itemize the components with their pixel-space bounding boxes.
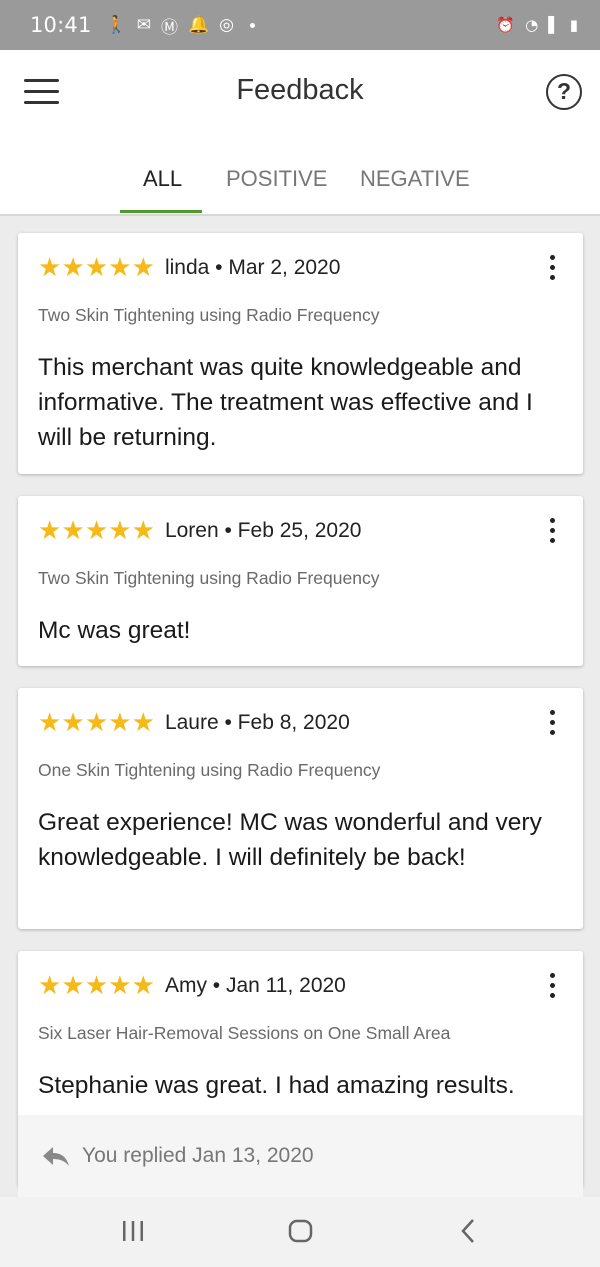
message-icon: ✉ [136, 15, 151, 35]
star-icon: ★ [108, 708, 132, 738]
app-icon: Ⓜ [160, 17, 178, 38]
system-nav-bar [0, 1197, 600, 1267]
dot-icon [249, 22, 255, 28]
more-vert-icon[interactable] [547, 255, 557, 283]
star-icon: ★ [84, 253, 109, 283]
status-bar: 10:41 🚶 ✉ Ⓜ 🔔 ◎ ⏰ ◔ ▌ ▮ [0, 0, 600, 50]
review-text: Great experience! MC was wonderful and v… [38, 809, 542, 871]
review-card[interactable]: ★ ★ ★ ★ ★ Laure • Feb 8, 2020 One Skin Tight… [18, 688, 583, 929]
star-icon: ★ [131, 516, 155, 546]
star-icon: ★ [131, 971, 155, 1001]
deal-title: Six Laser Hair-Removal Sessions on One S… [38, 1023, 451, 1043]
deal-title: One Skin Tightening using Radio Frequenc… [38, 760, 381, 780]
help-icon[interactable]: ? [546, 74, 582, 110]
home-icon[interactable] [287, 1217, 315, 1245]
system-icons: ⏰ ◔ ▌ ▮ [496, 16, 578, 34]
star-rating: ★ ★ ★ ★ ★ [38, 708, 155, 738]
review-text: Stephanie was great. I had amazing resul… [38, 1072, 515, 1099]
star-icon: ★ [84, 971, 109, 1001]
review-card[interactable]: ★ ★ ★ ★ ★ linda • Mar 2, 2020 Two Skin Tight… [18, 233, 583, 474]
star-rating: ★ ★ ★ ★ ★ [38, 253, 155, 283]
star-icon: ★ [38, 708, 62, 738]
page-title: Feedback [236, 74, 364, 106]
star-icon: ★ [38, 516, 62, 546]
star-icon: ★ [61, 253, 85, 283]
more-vert-icon[interactable] [547, 518, 557, 546]
more-vert-icon[interactable] [547, 973, 557, 1001]
review-meta: linda • Mar 2, 2020 [164, 256, 341, 279]
review-header: ★ ★ ★ ★ ★ Amy • Jan 11, 2020 [38, 973, 346, 999]
reply-icon [43, 1147, 69, 1166]
alarm-icon: ⏰ [496, 16, 516, 34]
deal-title: Two Skin Tightening using Radio Frequenc… [38, 305, 380, 325]
review-text: This merchant was quite knowledgeable an… [38, 354, 533, 451]
star-rating: ★ ★ ★ ★ ★ [38, 971, 155, 1001]
review-header: ★ ★ ★ ★ ★ Loren • Feb 25, 2020 [38, 518, 361, 544]
notification-icons: 🚶 ✉ Ⓜ 🔔 ◎ [106, 13, 255, 38]
tab-all[interactable]: ALL [143, 166, 182, 192]
review-meta: Laure • Feb 8, 2020 [164, 711, 350, 734]
reply-status: You replied Jan 13, 2020 [82, 1144, 314, 1167]
star-icon: ★ [108, 516, 132, 546]
reply-bar[interactable]: You replied Jan 13, 2020 [18, 1115, 583, 1197]
star-icon: ★ [61, 708, 85, 738]
review-header: ★ ★ ★ ★ ★ Laure • Feb 8, 2020 [38, 710, 350, 736]
review-card[interactable]: ★ ★ ★ ★ ★ Loren • Feb 25, 2020 Two Skin Tigh… [18, 496, 583, 666]
star-icon: ★ [38, 253, 62, 283]
star-icon: ★ [84, 708, 109, 738]
status-time: 10:41 [30, 13, 92, 37]
star-icon: ★ [131, 253, 155, 283]
more-vert-icon[interactable] [547, 710, 557, 738]
recent-apps-icon[interactable] [120, 1217, 146, 1245]
chrome-icon: ◎ [219, 15, 234, 35]
back-icon[interactable] [458, 1217, 480, 1245]
tab-positive[interactable]: POSITIVE [226, 166, 327, 192]
review-header: ★ ★ ★ ★ ★ linda • Mar 2, 2020 [38, 255, 340, 281]
app-bar: Feedback ? [0, 50, 600, 134]
review-card[interactable]: ★ ★ ★ ★ ★ Amy • Jan 11, 2020 Six Laser Hair-… [18, 951, 583, 1197]
wifi-icon: ◔ [525, 16, 539, 34]
deal-title: Two Skin Tightening using Radio Frequenc… [38, 568, 380, 588]
star-icon: ★ [84, 516, 109, 546]
tab-negative[interactable]: NEGATIVE [360, 166, 470, 192]
walk-icon: 🚶 [105, 15, 127, 35]
star-icon: ★ [108, 253, 132, 283]
tab-bar: ALL POSITIVE NEGATIVE [0, 134, 600, 216]
star-icon: ★ [61, 516, 85, 546]
signal-icon: ▌ [548, 16, 560, 34]
battery-icon: ▮ [569, 16, 578, 34]
star-rating: ★ ★ ★ ★ ★ [38, 516, 155, 546]
star-icon: ★ [38, 971, 62, 1001]
star-icon: ★ [61, 971, 85, 1001]
review-text: Mc was great! [38, 617, 191, 644]
bell-icon: 🔔 [187, 15, 210, 35]
star-icon: ★ [131, 708, 155, 738]
review-meta: Loren • Feb 25, 2020 [164, 519, 362, 542]
review-meta: Amy • Jan 11, 2020 [164, 974, 346, 997]
star-icon: ★ [108, 971, 132, 1001]
tab-indicator [120, 210, 202, 213]
